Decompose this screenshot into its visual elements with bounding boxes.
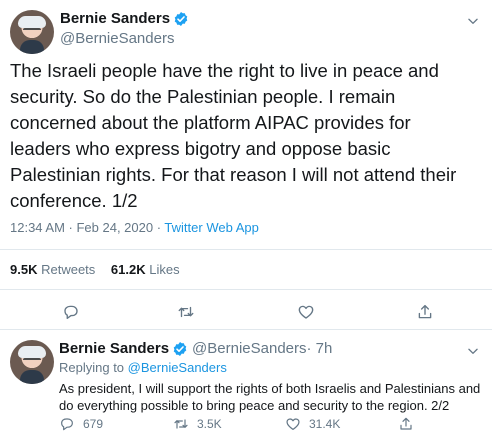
share-button[interactable] [398, 416, 414, 432]
author-name-row[interactable]: Bernie Sanders [60, 10, 189, 27]
retweet-icon [174, 419, 188, 429]
engagement-stats: 9.5K Retweets 61.2K Likes [10, 262, 192, 277]
author-name[interactable]: Bernie Sanders [59, 340, 169, 357]
divider [0, 289, 492, 290]
reply-text: As president, I will support the rights … [59, 381, 481, 413]
retweets-label[interactable]: Retweets [41, 262, 95, 277]
tweet-text: The Israeli people have the right to liv… [10, 60, 457, 211]
likes-count[interactable]: 61.2K [111, 262, 146, 277]
tweet-meta: 12:34 AM · Feb 24, 2020 · Twitter Web Ap… [10, 220, 259, 235]
reply-icon [64, 305, 78, 319]
author-handle[interactable]: @BernieSanders [60, 30, 174, 47]
avatar[interactable] [10, 340, 54, 384]
reply-tweet[interactable]: Bernie Sanders @BernieSanders · 7h Reply… [0, 330, 492, 440]
like-button[interactable] [297, 303, 315, 321]
reply-icon [61, 418, 73, 431]
author-name[interactable]: Bernie Sanders [60, 10, 170, 27]
author-handle[interactable]: @BernieSanders [192, 340, 306, 357]
retweet-button[interactable] [177, 303, 195, 321]
share-icon [400, 417, 412, 430]
like-count: 31.4K [309, 417, 341, 431]
tweet-age[interactable]: · 7h [307, 340, 333, 357]
replying-prefix: Replying to [59, 360, 128, 375]
chevron-down-icon[interactable] [466, 14, 480, 28]
avatar[interactable] [10, 10, 54, 54]
retweet-icon [178, 306, 194, 318]
verified-badge-icon [173, 341, 187, 356]
retweet-count: 3.5K [197, 417, 222, 431]
chevron-down-icon[interactable] [466, 344, 480, 358]
like-button[interactable]: 31.4K [285, 416, 340, 432]
verified-badge-icon [174, 11, 188, 26]
retweets-count[interactable]: 9.5K [10, 262, 37, 277]
retweet-button[interactable]: 3.5K [173, 416, 222, 432]
divider [0, 249, 492, 250]
likes-label[interactable]: Likes [149, 262, 179, 277]
like-icon [286, 418, 300, 430]
reply-count: 679 [83, 417, 104, 431]
replying-to: Replying to @BernieSanders [59, 360, 227, 375]
reply-button[interactable] [62, 303, 80, 321]
share-button[interactable] [416, 303, 434, 321]
reply-header: Bernie Sanders @BernieSanders · 7h [59, 340, 332, 357]
reply-button[interactable]: 679 [59, 416, 103, 432]
like-icon [298, 305, 314, 319]
tweet-client[interactable]: Twitter Web App [164, 220, 258, 235]
share-icon [418, 304, 432, 319]
tweet-timestamp[interactable]: 12:34 AM · Feb 24, 2020 · [10, 220, 164, 235]
replying-to-link[interactable]: @BernieSanders [128, 360, 227, 375]
